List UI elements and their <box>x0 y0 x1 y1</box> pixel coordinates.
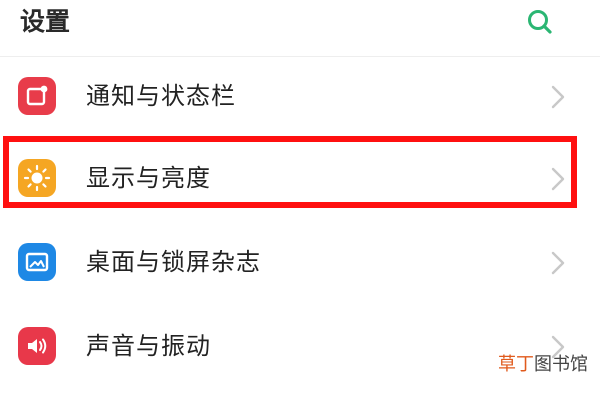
header: 设置 <box>0 0 600 52</box>
watermark-accent: 草丁 <box>498 354 534 375</box>
settings-item-display-brightness[interactable]: 显示与亮度 <box>0 138 600 218</box>
settings-item-label: 显示与亮度 <box>86 164 211 192</box>
notification-icon <box>18 77 56 115</box>
settings-item-notifications[interactable]: 通知与状态栏 <box>0 56 600 136</box>
brightness-icon <box>18 159 56 197</box>
sound-icon <box>18 327 56 365</box>
chevron-right-icon <box>548 84 568 110</box>
wallpaper-icon <box>18 243 56 281</box>
page-title: 设置 <box>20 7 71 36</box>
chevron-right-icon <box>548 250 568 276</box>
watermark: 草丁图书馆 <box>498 352 588 378</box>
search-button[interactable] <box>524 6 556 38</box>
chevron-right-icon <box>548 166 568 192</box>
watermark-rest: 图书馆 <box>534 354 588 375</box>
search-icon <box>528 10 552 34</box>
settings-item-label: 声音与振动 <box>86 332 211 360</box>
settings-item-label: 桌面与锁屏杂志 <box>86 248 261 276</box>
settings-item-label: 通知与状态栏 <box>86 82 236 110</box>
settings-item-desktop-lockscreen[interactable]: 桌面与锁屏杂志 <box>0 222 600 302</box>
